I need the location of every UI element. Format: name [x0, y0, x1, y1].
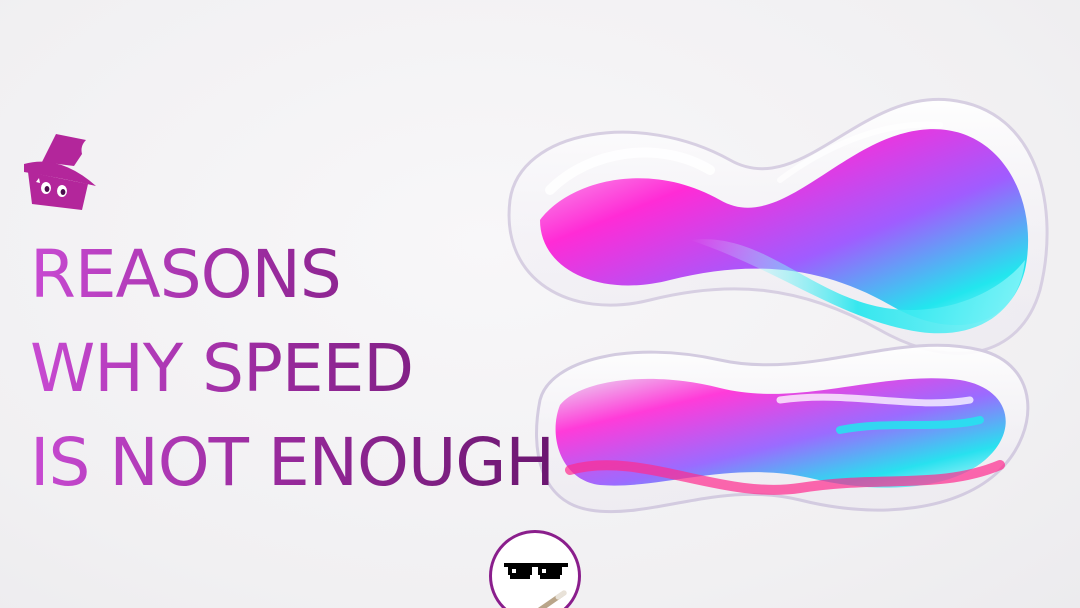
- pixel-sunglasses-icon: [504, 563, 568, 608]
- headline: REASONS WHY SPEED IS NOT ENOUGH: [30, 228, 555, 510]
- headline-line-2: WHY SPEED: [30, 322, 554, 416]
- wizard-hat-icon: [24, 134, 96, 210]
- glass-wave-art: [507, 97, 1049, 514]
- thumbnail-canvas: REASONS WHY SPEED IS NOT ENOUGH: [0, 0, 1080, 608]
- headline-line-3: IS NOT ENOUGH: [30, 416, 555, 510]
- headline-line-1: REASONS: [30, 228, 554, 322]
